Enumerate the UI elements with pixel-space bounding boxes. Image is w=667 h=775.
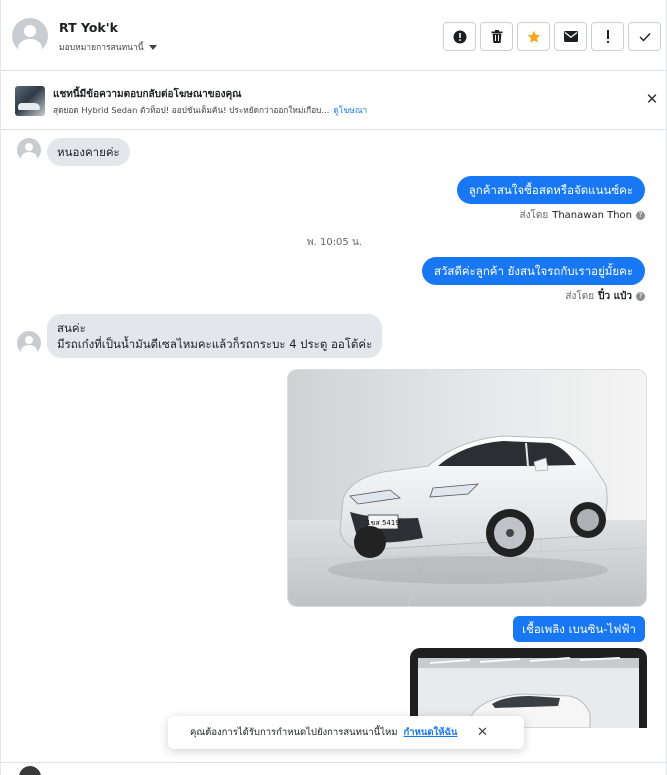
sent-by-name[interactable]: Thanawan Thon: [552, 210, 632, 221]
message-line: มีรถเก๋งที่เป็นน้ำมันดีเซลไหมคะแล้วก็รถก…: [57, 337, 373, 351]
mark-unread-button[interactable]: [554, 22, 587, 51]
assign-dropdown[interactable]: มอบหมายการสนทนานี้: [59, 40, 157, 54]
contact-avatar[interactable]: [12, 18, 48, 54]
sent-by-name[interactable]: ปิ๋ว แป๋ว: [598, 289, 632, 304]
delete-button[interactable]: [480, 22, 513, 51]
inbox-conversation-pane: RT Yok'k มอบหมายการสนทนานี้ แชทนี้มีข้อค…: [0, 0, 667, 775]
timestamp-separator: พ. 10:05 น.: [307, 237, 362, 248]
ad-thumbnail[interactable]: [15, 86, 45, 116]
caret-down-icon: [148, 44, 157, 50]
envelope-icon: [563, 31, 578, 42]
sender-avatar[interactable]: [17, 331, 41, 355]
license-plate: 1ขส 5419: [366, 519, 400, 527]
assign-label: มอบหมายการสนทนานี้: [59, 43, 144, 53]
conversation-header: RT Yok'k มอบหมายการสนทนานี้: [1, 0, 667, 71]
ad-banner-title: แชทนี้มีข้อความตอบกลับต่อโฆษณาของคุณ: [53, 89, 242, 100]
outgoing-message[interactable]: เชื้อเพลิง เบนซิน-ไฟฟ้า: [513, 616, 645, 642]
car-image: 1ขส 5419: [288, 370, 646, 606]
follow-up-button[interactable]: [591, 22, 624, 51]
composer-area: [1, 762, 667, 775]
outgoing-message[interactable]: สวัสดีค่ะลูกค้า ยังสนใจรถกับเราอยู่มั้ยค…: [421, 257, 645, 285]
check-icon: [639, 32, 651, 42]
header-actions: [443, 22, 661, 51]
incoming-message[interactable]: สนค่ะ มีรถเก๋งที่เป็นน้ำมันดีเซลไหมคะแล้…: [47, 314, 383, 358]
info-icon[interactable]: ?: [636, 211, 645, 220]
ad-banner-subtitle: สุดยอด Hybrid Sedan ตัวท็อป! ออปชันเต็มค…: [53, 103, 367, 117]
toast-text: คุณต้องการได้รับการกำหนดไปยังการสนทนานี้…: [190, 727, 398, 738]
car-photo-attachment[interactable]: 1ขส 5419: [287, 369, 647, 607]
exclamation-icon: [606, 30, 609, 43]
done-button[interactable]: [628, 22, 661, 51]
assign-prompt-toast: คุณต้องการได้รับการกำหนดไปยังการสนทนานี้…: [168, 716, 524, 749]
spam-button[interactable]: [443, 22, 476, 51]
ad-subtitle-text: สุดยอด Hybrid Sedan ตัวท็อป! ออปชันเต็มค…: [53, 105, 330, 115]
sent-by-prefix: ส่งโดย: [565, 291, 595, 302]
contact-name[interactable]: RT Yok'k: [59, 20, 118, 35]
sent-by-prefix: ส่งโดย: [519, 210, 549, 221]
alert-circle-icon: [453, 30, 466, 43]
incoming-message[interactable]: หนองคายค่ะ: [47, 138, 130, 166]
outgoing-message[interactable]: ลูกค้าสนใจซื้อสดหรือจัดแนนซ์คะ: [456, 176, 645, 204]
assign-to-me-link[interactable]: กำหนดให้ฉัน: [404, 725, 458, 740]
star-button[interactable]: [517, 22, 550, 51]
sent-by-label: ส่งโดย ปิ๋ว แป๋ว ?: [565, 289, 645, 304]
message-line: สนค่ะ: [57, 321, 86, 335]
info-icon[interactable]: ?: [636, 292, 645, 301]
trash-icon: [491, 30, 502, 43]
close-icon[interactable]: ✕: [475, 725, 489, 740]
view-ad-link[interactable]: ดูโฆษณา: [333, 105, 367, 115]
close-icon[interactable]: ✕: [644, 91, 660, 107]
sent-by-label: ส่งโดย Thanawan Thon ?: [520, 208, 645, 223]
star-icon: [527, 30, 540, 43]
sender-avatar[interactable]: [17, 138, 41, 162]
